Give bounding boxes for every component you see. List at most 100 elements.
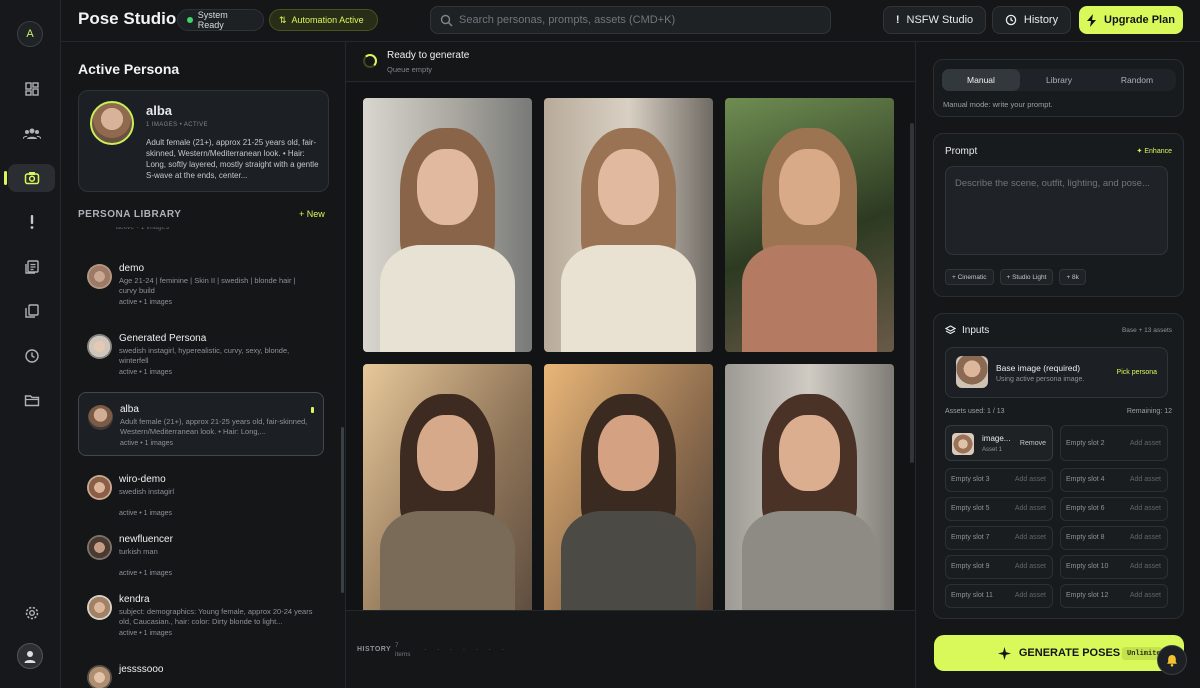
persona-item-newfluencer[interactable]: newfluencer turkish man active • 1 image… [78,523,324,587]
tab-manual[interactable]: Manual [942,69,1020,91]
lightning-icon [1087,13,1097,27]
unlimited-badge: Unlimited [1122,647,1162,660]
enhance-button[interactable]: ✦ Enhance [1137,147,1172,155]
controls-panel: Manual Library Random Manual mode: write… [915,42,1200,688]
grid-scrollbar[interactable] [910,123,914,463]
asset-subtitle: Asset 1 [982,447,1003,453]
prompt-textarea[interactable]: Describe the scene, outfit, lighting, an… [945,166,1168,255]
asset-slot-4[interactable]: Empty slot 4 Add asset [1060,468,1168,492]
persona-desc: Age 21-24 | feminine | Skin II | swedish… [119,276,296,295]
tab-random[interactable]: Random [1098,69,1176,91]
asset-slot-11[interactable]: Empty slot 11 Add asset [945,584,1053,608]
prompt-card: Prompt ✦ Enhance Describe the scene, out… [933,133,1184,297]
persona-list-scrollbar[interactable] [341,427,344,593]
copy-icon[interactable] [8,297,55,325]
tab-library[interactable]: Library [1020,69,1098,91]
persona-panel: Active Persona alba 1 IMAGES • ACTIVE Ad… [61,42,346,688]
persona-item-jessssooo[interactable]: jessssooo [78,653,324,688]
generate-poses-button[interactable]: GENERATE POSES Unlimited [934,635,1184,671]
inputs-count: Base + 13 assets [1121,327,1172,334]
active-persona-card[interactable]: alba 1 IMAGES • ACTIVE Adult female (21+… [78,90,329,192]
generated-image[interactable] [725,98,894,352]
new-persona-button[interactable]: + New [299,209,325,219]
persona-avatar [87,595,112,620]
chip-8k[interactable]: + 8k [1059,269,1086,285]
add-asset-button[interactable]: Add asset [1015,563,1046,570]
persona-desc: swedish instagirl, hyperealistic, curvy,… [119,346,290,365]
add-asset-button[interactable]: Add asset [1130,476,1161,483]
add-asset-button[interactable]: Add asset [1015,592,1046,599]
slot-label: Empty slot 11 [951,592,993,599]
asset-slot-5[interactable]: Empty slot 5 Add asset [945,497,1053,521]
history-thumbnails[interactable]: · · · · · · · [424,645,508,654]
history-count-unit: items [395,651,411,658]
status-bar: Ready to generate Queue empty [346,42,915,82]
settings-icon[interactable] [8,599,55,627]
asset-slot-1[interactable]: image... Asset 1 Remove [945,425,1053,461]
asset-slot-2[interactable]: Empty slot 2 Add asset [1060,425,1168,461]
persona-meta: active • 1 images [120,440,174,447]
persona-item-alba[interactable]: alba Adult female (21+), approx 21-25 ye… [78,392,324,456]
asset-slot-12[interactable]: Empty slot 12 Add asset [1060,584,1168,608]
history-button[interactable]: History [992,6,1071,34]
upgrade-plan-label: Upgrade Plan [1104,14,1175,26]
add-asset-button[interactable]: Add asset [1130,505,1161,512]
persona-item-demo[interactable]: demo Age 21-24 | feminine | Skin II | sw… [78,252,324,316]
pick-persona-button[interactable]: Pick persona [1117,369,1157,376]
nsfw-studio-button[interactable]: ! NSFW Studio [883,6,986,34]
mode-hint: Manual mode: write your prompt. [943,100,1053,109]
asset-slot-3[interactable]: Empty slot 3 Add asset [945,468,1053,492]
add-asset-button[interactable]: Add asset [1130,440,1161,447]
persona-item-generated[interactable]: Generated Persona swedish instagirl, hyp… [78,322,324,386]
logo[interactable]: A [17,21,43,47]
generated-image[interactable] [725,364,894,610]
asset-slot-9[interactable]: Empty slot 9 Add asset [945,555,1053,579]
persona-desc: Adult female (21+), approx 21-25 years o… [120,417,308,436]
persona-desc: turkish man [119,547,158,556]
generated-image[interactable] [544,98,713,352]
assets-remaining: Remaining: 12 [1126,408,1172,415]
automation-status-badge[interactable]: ⇅ Automation Active [269,9,378,31]
persona-name: Generated Persona [119,333,207,344]
persona-avatar [87,665,112,688]
persona-item-kendra[interactable]: kendra subject: demographics: Young fema… [78,583,324,647]
history-strip-label: HISTORY [357,646,392,653]
asset-slot-10[interactable]: Empty slot 10 Add asset [1060,555,1168,579]
search-bar[interactable] [430,6,831,34]
add-asset-button[interactable]: Add asset [1130,592,1161,599]
camera-icon[interactable] [4,164,55,192]
chip-studio-light[interactable]: + Studio Light [999,269,1054,285]
persona-meta: active • 1 images [119,570,173,577]
alert-icon[interactable] [8,208,55,236]
persona-item-wiro-demo[interactable]: wiro-demo swedish instagirl active • 1 i… [78,463,324,527]
upgrade-plan-button[interactable]: Upgrade Plan [1079,6,1183,34]
persona-name: alba [120,404,139,415]
mode-card: Manual Library Random Manual mode: write… [933,59,1184,117]
generated-image[interactable] [544,364,713,610]
document-icon[interactable] [8,253,55,281]
asset-slot-7[interactable]: Empty slot 7 Add asset [945,526,1053,550]
chip-cinematic[interactable]: + Cinematic [945,269,994,285]
search-input[interactable] [459,14,819,26]
users-icon[interactable] [8,119,55,147]
asset-slot-8[interactable]: Empty slot 8 Add asset [1060,526,1168,550]
layers-icon [945,325,956,335]
dashboard-icon[interactable] [8,75,55,103]
user-avatar[interactable] [17,643,43,669]
persona-library-heading: PERSONA LIBRARY [78,209,182,220]
history-count: 7 items [395,641,417,659]
asset-slot-6[interactable]: Empty slot 6 Add asset [1060,497,1168,521]
add-asset-button[interactable]: Add asset [1015,505,1046,512]
generated-image[interactable] [363,98,532,352]
generated-image[interactable] [363,364,532,610]
add-asset-button[interactable]: Add asset [1015,476,1046,483]
folder-icon[interactable] [8,386,55,414]
clock-icon[interactable] [8,342,55,370]
add-asset-button[interactable]: Add asset [1130,534,1161,541]
add-asset-button[interactable]: Add asset [1130,563,1161,570]
remove-asset-button[interactable]: Remove [1020,440,1046,447]
notification-bell-icon[interactable] [1157,645,1187,675]
add-asset-button[interactable]: Add asset [1015,534,1046,541]
automation-icon: ⇅ [279,14,287,25]
persona-avatar [87,535,112,560]
